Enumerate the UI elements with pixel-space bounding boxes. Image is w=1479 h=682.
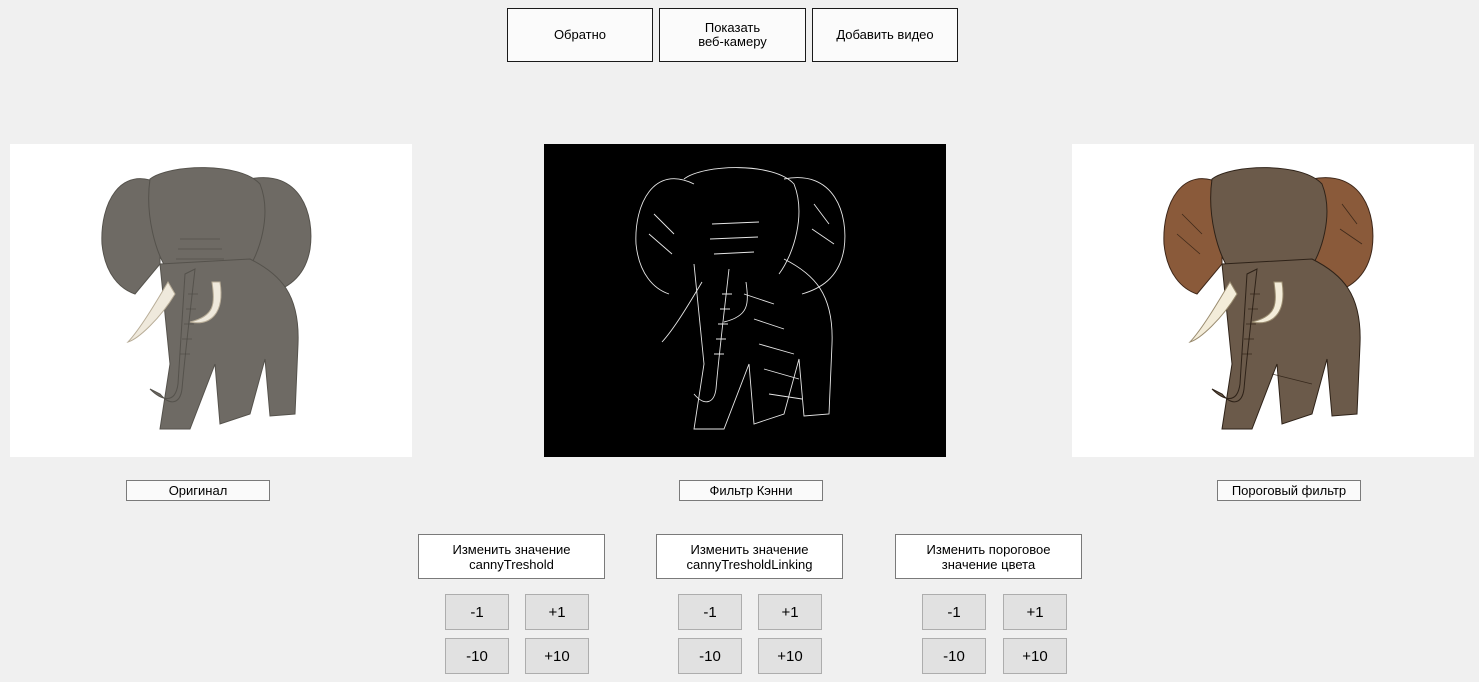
- original-label: Оригинал: [126, 480, 270, 501]
- color-threshold-plus-1-button[interactable]: +1: [1003, 594, 1067, 630]
- threshold-filter-image: [1072, 144, 1474, 457]
- change-color-threshold-button[interactable]: Изменить пороговое значение цвета: [895, 534, 1082, 579]
- canny-linking-minus-10-button[interactable]: -10: [678, 638, 742, 674]
- color-threshold-plus-10-button[interactable]: +10: [1003, 638, 1067, 674]
- canny-filter-image: [544, 144, 946, 457]
- elephant-edges-illustration: [635, 167, 846, 430]
- change-canny-threshold-linking-button[interactable]: Изменить значение cannyTresholdLinking: [656, 534, 843, 579]
- canny-threshold-plus-1-button[interactable]: +1: [525, 594, 589, 630]
- color-threshold-minus-10-button[interactable]: -10: [922, 638, 986, 674]
- threshold-filter-label: Пороговый фильтр: [1217, 480, 1361, 501]
- canny-threshold-minus-1-button[interactable]: -1: [445, 594, 509, 630]
- original-image: [10, 144, 412, 457]
- elephant-threshold-illustration: [1163, 167, 1374, 430]
- canny-linking-minus-1-button[interactable]: -1: [678, 594, 742, 630]
- canny-linking-plus-10-button[interactable]: +10: [758, 638, 822, 674]
- canny-linking-plus-1-button[interactable]: +1: [758, 594, 822, 630]
- canny-threshold-minus-10-button[interactable]: -10: [445, 638, 509, 674]
- change-canny-threshold-button[interactable]: Изменить значение cannyTreshold: [418, 534, 605, 579]
- show-webcam-button[interactable]: Показать веб-камеру: [659, 8, 806, 62]
- add-video-button[interactable]: Добавить видео: [812, 8, 958, 62]
- elephant-original-illustration: [101, 167, 312, 430]
- canny-threshold-plus-10-button[interactable]: +10: [525, 638, 589, 674]
- canny-filter-label: Фильтр Кэнни: [679, 480, 823, 501]
- color-threshold-minus-1-button[interactable]: -1: [922, 594, 986, 630]
- back-button[interactable]: Обратно: [507, 8, 653, 62]
